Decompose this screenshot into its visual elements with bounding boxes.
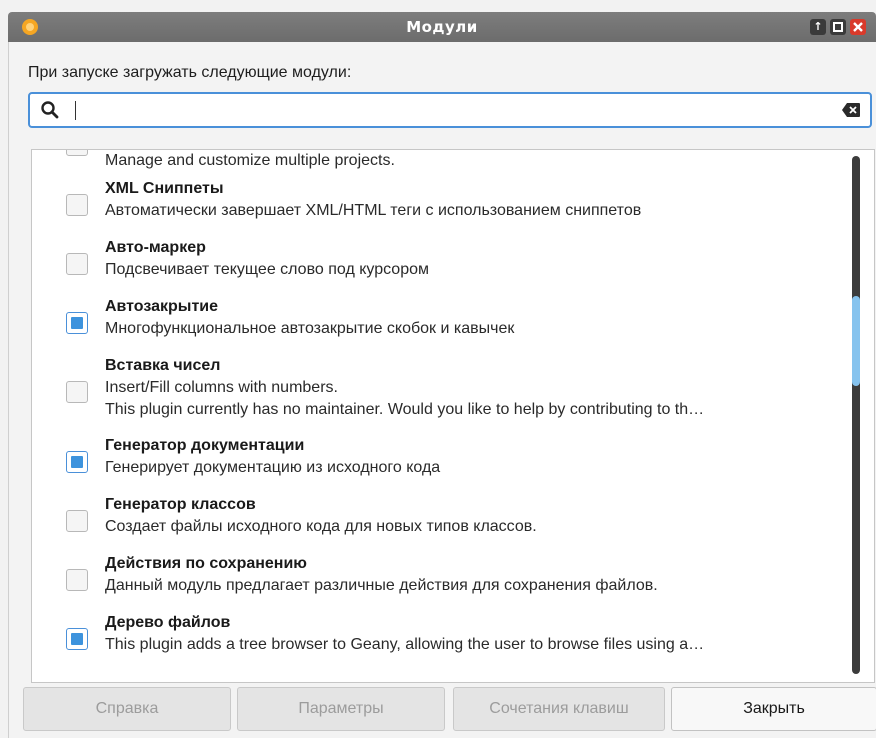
plugin-checkbox[interactable] [66,150,88,156]
maximize-icon[interactable] [830,19,846,35]
plugin-description: Создает файлы исходного кода для новых т… [105,518,537,535]
plugin-checkbox[interactable] [66,194,88,216]
list-item[interactable]: XML Сниппеты Автоматически завершает XML… [32,177,857,237]
button-row: Справка Параметры Сочетания клавиш Закры… [23,687,876,733]
search-icon [41,101,59,119]
list-item[interactable]: Авто-маркер Подсвечивает текущее слово п… [32,236,857,296]
plugin-name: Дерево файлов [105,614,231,631]
list-item[interactable]: Manage and customize multiple projects. [32,150,857,174]
plugin-name: XML Сниппеты [105,180,224,197]
scrollbar-thumb[interactable] [852,296,860,386]
plugin-checkbox[interactable] [66,253,88,275]
plugin-description: Данный модуль предлагает различные дейст… [105,577,658,594]
plugin-name: Генератор классов [105,496,256,513]
scrollbar-track[interactable] [852,156,860,674]
list-item[interactable]: Автозакрытие Многофункциональное автозак… [32,295,857,355]
plugin-list[interactable]: Manage and customize multiple projects. … [31,149,875,683]
plugin-checkbox[interactable] [66,510,88,532]
list-item[interactable]: Вставка чисел Insert/Fill columns with n… [32,354,857,434]
plugin-description: Автоматически завершает XML/HTML теги с … [105,202,642,219]
plugin-checkbox[interactable] [66,381,88,403]
plugin-description: Insert/Fill columns with numbers. [105,379,338,396]
search-input[interactable] [28,92,872,128]
clear-search-icon[interactable] [841,102,861,118]
plugin-description: Manage and customize multiple projects. [105,152,395,169]
list-item[interactable]: Дерево файлов This plugin adds a tree br… [32,611,857,671]
dialog-body: При запуске загружать следующие модули: … [8,42,876,738]
plugin-checkbox-checked[interactable] [66,628,88,650]
list-item[interactable]: Генератор классов Создает файлы исходног… [32,493,857,553]
prompt-label: При запуске загружать следующие модули: [28,64,352,81]
restore-up-icon[interactable]: ↑ [810,19,826,35]
plugin-description: Многофункциональное автозакрытие скобок … [105,320,515,337]
plugin-checkbox-checked[interactable] [66,312,88,334]
plugin-name: Вставка чисел [105,357,221,374]
preferences-button[interactable]: Параметры [237,687,445,731]
plugin-description: Подсвечивает текущее слово под курсором [105,261,429,278]
list-item[interactable]: Действия по сохранению Данный модуль пре… [32,552,857,612]
window-title: Модули [406,18,478,36]
text-caret [75,101,76,120]
help-button[interactable]: Справка [23,687,231,731]
plugin-checkbox-checked[interactable] [66,451,88,473]
plugin-manager-window: Модули ↑ При запуске загружать следующие… [0,0,876,738]
plugin-name: Генератор документации [105,437,305,454]
list-item[interactable]: Генератор документации Генерирует докуме… [32,434,857,494]
plugin-checkbox[interactable] [66,569,88,591]
plugin-description: This plugin adds a tree browser to Geany… [105,636,705,653]
plugin-description-extra: This plugin currently has no maintainer.… [105,401,705,418]
close-window-icon[interactable] [850,19,866,35]
keybindings-button[interactable]: Сочетания клавиш [453,687,665,731]
plugin-name: Авто-маркер [105,239,206,256]
plugin-name: Действия по сохранению [105,555,307,572]
title-bar[interactable]: Модули ↑ [8,12,876,42]
close-button[interactable]: Закрыть [671,687,876,731]
plugin-description: Генерирует документацию из исходного код… [105,459,441,476]
plugin-name: Автозакрытие [105,298,219,315]
